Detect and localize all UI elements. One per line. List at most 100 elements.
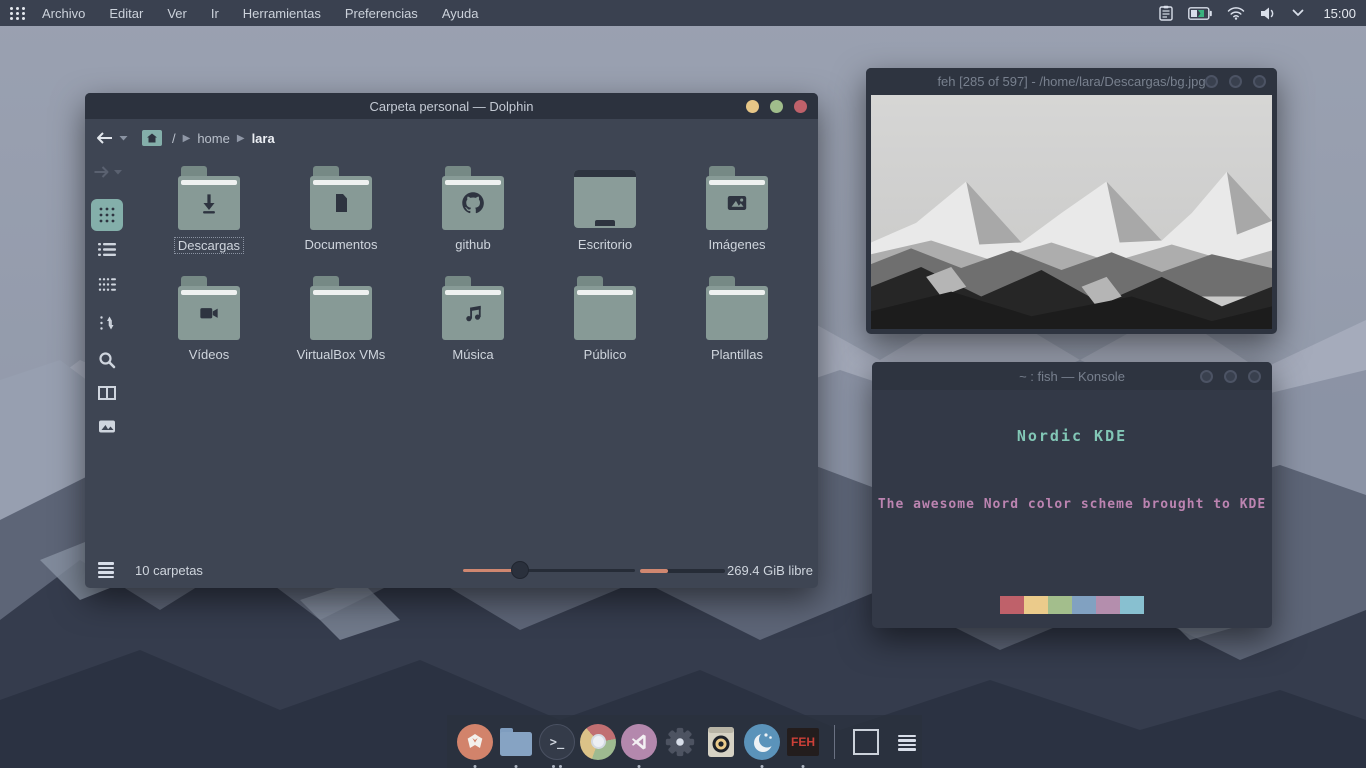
folder-imagenes[interactable]: Imágenes [671, 162, 803, 272]
firefox-icon[interactable] [457, 724, 493, 760]
menu-preferencias[interactable]: Preferencias [345, 6, 418, 21]
menu-herramientas[interactable]: Herramientas [243, 6, 321, 21]
folder-github[interactable]: github [407, 162, 539, 272]
menu-ir[interactable]: Ir [211, 6, 219, 21]
close-button[interactable] [794, 100, 807, 113]
folder-documentos[interactable]: Documentos [275, 162, 407, 272]
audio-player-icon[interactable] [703, 724, 739, 760]
close-button[interactable] [1253, 75, 1266, 88]
dock: >_ [447, 715, 922, 768]
folder-plantillas[interactable]: Plantillas [671, 272, 803, 382]
forward-icon[interactable] [91, 165, 122, 179]
icons-view-button[interactable] [91, 199, 123, 231]
folder-label: github [455, 237, 490, 252]
folder-label: Público [584, 347, 627, 362]
folder-musica[interactable]: Música [407, 272, 539, 382]
feh-icon[interactable]: FEH [785, 724, 821, 760]
folder-videos[interactable]: Vídeos [143, 272, 275, 382]
nord-color-swatches [1000, 596, 1144, 614]
dock-menu-icon[interactable] [889, 724, 925, 760]
breadcrumb-root[interactable]: / [172, 131, 176, 146]
home-breadcrumb-icon[interactable] [142, 130, 162, 146]
dolphin-folder-view: Descargas Documentos github [143, 162, 803, 382]
clipboard-icon[interactable] [1159, 5, 1173, 21]
details-view-button[interactable] [98, 277, 116, 292]
feh-photo [871, 95, 1272, 329]
swatch-green [1048, 596, 1072, 614]
sort-button[interactable] [99, 315, 115, 331]
folder-publico[interactable]: Público [539, 272, 671, 382]
folder-label: Vídeos [189, 347, 229, 362]
dock-separator [834, 725, 835, 759]
chat-app-icon[interactable] [744, 724, 780, 760]
split-view-button[interactable] [98, 386, 116, 400]
feh-titlebar[interactable]: feh [285 of 597] - /home/lara/Descargas/… [866, 68, 1277, 95]
menu-ver[interactable]: Ver [167, 6, 187, 21]
zoom-slider[interactable] [463, 569, 635, 572]
swatch-red [1000, 596, 1024, 614]
chevron-down-icon[interactable] [1292, 9, 1304, 17]
volume-icon[interactable] [1260, 6, 1277, 21]
breadcrumb-separator-icon: ▶ [183, 133, 191, 144]
vscode-icon[interactable] [621, 724, 657, 760]
folder-video-icon [178, 276, 240, 340]
folder-descargas[interactable]: Descargas [143, 162, 275, 272]
swatch-blue [1072, 596, 1096, 614]
swatch-yellow [1024, 596, 1048, 614]
breadcrumb-home[interactable]: home [197, 131, 230, 146]
folder-virtualbox-vms[interactable]: VirtualBox VMs [275, 272, 407, 382]
breadcrumb-lara[interactable]: lara [252, 131, 275, 146]
maximize-button[interactable] [1224, 370, 1237, 383]
terminal-output[interactable]: Nordic KDE The awesome Nord color scheme… [872, 390, 1272, 628]
minimize-button[interactable] [746, 100, 759, 113]
close-button[interactable] [1248, 370, 1261, 383]
terminal-heading: Nordic KDE [872, 427, 1272, 445]
dolphin-statusbar: 10 carpetas 269.4 GiB libre [85, 554, 818, 588]
battery-icon[interactable] [1188, 7, 1212, 20]
folder-label: Documentos [305, 237, 378, 252]
folder-label: Plantillas [711, 347, 763, 362]
folder-image-icon [706, 166, 768, 230]
disk-capacity-bar [640, 569, 725, 573]
menu-archivo[interactable]: Archivo [42, 6, 85, 21]
breadcrumb-separator-icon: ▶ [237, 133, 245, 144]
terminal-icon[interactable]: >_ [539, 724, 575, 760]
search-icon[interactable] [98, 351, 116, 369]
list-view-button[interactable] [98, 242, 116, 257]
dolphin-sidebar [85, 157, 128, 554]
chromium-icon[interactable] [580, 724, 616, 760]
global-menubar: Archivo Editar Ver Ir Herramientas Prefe… [0, 0, 1366, 26]
feh-title: feh [285 of 597] - /home/lara/Descargas/… [937, 74, 1205, 89]
file-manager-icon[interactable] [498, 724, 534, 760]
folder-label: Imágenes [708, 237, 765, 252]
feh-logo-text: FEH [791, 735, 815, 749]
free-space-label: 269.4 GiB libre [727, 563, 813, 578]
minimize-button[interactable] [1200, 370, 1213, 383]
maximize-button[interactable] [1229, 75, 1242, 88]
konsole-titlebar[interactable]: ~ : fish — Konsole [872, 362, 1272, 390]
folder-download-icon [178, 166, 240, 230]
app-launcher-icon[interactable] [10, 7, 26, 20]
desktop-icon [574, 166, 636, 230]
back-icon[interactable] [95, 131, 115, 145]
show-desktop-button[interactable] [848, 724, 884, 760]
dolphin-title: Carpeta personal — Dolphin [369, 99, 533, 114]
dolphin-titlebar[interactable]: Carpeta personal — Dolphin [85, 93, 818, 119]
konsole-title: ~ : fish — Konsole [1019, 369, 1125, 384]
zoom-slider-knob[interactable] [511, 561, 529, 579]
control-menu-icon[interactable] [98, 562, 114, 580]
folder-escritorio[interactable]: Escritorio [539, 162, 671, 272]
folder-label: Descargas [174, 237, 244, 254]
back-dropdown-icon[interactable] [119, 135, 128, 141]
minimize-button[interactable] [1205, 75, 1218, 88]
settings-gear-icon[interactable] [662, 724, 698, 760]
maximize-button[interactable] [770, 100, 783, 113]
menu-editar[interactable]: Editar [109, 6, 143, 21]
dolphin-toolbar: / ▶ home ▶ lara [85, 119, 818, 157]
terminal-glyph: >_ [550, 735, 564, 749]
swatch-purple [1096, 596, 1120, 614]
folder-document-icon [310, 166, 372, 230]
preview-button[interactable] [98, 420, 115, 433]
menu-ayuda[interactable]: Ayuda [442, 6, 479, 21]
wifi-icon[interactable] [1227, 6, 1245, 20]
